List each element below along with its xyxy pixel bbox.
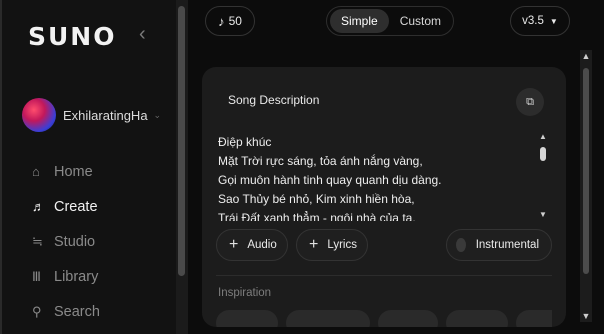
avatar (22, 98, 56, 132)
divider (216, 275, 552, 276)
user-menu[interactable]: ExhilaratingHa ⌄ (22, 98, 161, 132)
sidebar-item-label: Studio (54, 233, 96, 250)
username: ExhilaratingHa (63, 107, 148, 123)
sidebar-item-library[interactable]: Ⅲ Library (32, 259, 100, 294)
search-icon: ⚲ (32, 303, 42, 319)
description-scrollbar[interactable]: ▲ ▼ (538, 133, 548, 221)
mode-simple-button[interactable]: Simple (330, 9, 389, 33)
music-note-icon: ♪ (218, 13, 225, 29)
version-value: v3.5 (522, 15, 544, 27)
main-scrollbar[interactable]: ▲ ▼ (580, 50, 592, 322)
sidebar-item-label: Create (54, 198, 98, 215)
instrumental-toggle[interactable]: Instrumental (446, 229, 552, 261)
sidebar-item-label: Home (54, 163, 93, 180)
inspiration-tag[interactable] (446, 310, 508, 327)
suno-logo[interactable]: SUNO (28, 22, 116, 51)
music-note-icon: ♬ (32, 199, 45, 214)
mode-custom-button[interactable]: Custom (389, 9, 452, 33)
toggle-switch-icon (456, 238, 466, 252)
song-description-title: Song Description (228, 93, 320, 107)
collapse-sidebar-icon[interactable]: ‹ (139, 23, 146, 46)
sidebar-item-label: Search (54, 303, 100, 320)
home-icon: ⌂ (32, 164, 40, 179)
sidebar-item-home[interactable]: ⌂ Home (32, 154, 100, 189)
chevron-down-icon: ⌄ (153, 109, 162, 120)
add-audio-label: Audio (247, 239, 277, 251)
description-line: Trái Đất xanh thẳm - ngôi nhà của ta. (218, 211, 416, 221)
credits-count: 50 (228, 14, 242, 28)
caret-down-icon: ▼ (549, 16, 558, 26)
add-lyrics-button[interactable]: + Lyrics (296, 229, 368, 261)
scroll-up-icon[interactable]: ▲ (538, 133, 548, 141)
sidebar: SUNO ‹ ExhilaratingHa ⌄ ⌂ Home ♬ Create … (0, 0, 176, 334)
scroll-down-icon[interactable]: ▼ (538, 211, 548, 219)
create-topbar: ♪ 50 Simple Custom v3.5 ▼ (188, 0, 604, 46)
instrumental-label: Instrumental (475, 239, 539, 251)
inspiration-tag[interactable] (286, 310, 370, 327)
app-window: SUNO ‹ ExhilaratingHa ⌄ ⌂ Home ♬ Create … (0, 0, 604, 334)
inspiration-tags (216, 310, 552, 327)
inspiration-tag[interactable] (378, 310, 438, 327)
sidebar-nav: ⌂ Home ♬ Create ≒ Studio Ⅲ Library ⚲ Sea… (32, 154, 100, 329)
description-line: Sao Thủy bé nhỏ, Kim xinh hiền hòa, (218, 192, 415, 206)
plus-icon: + (229, 236, 239, 253)
main-scrollbar-thumb[interactable] (583, 68, 589, 274)
description-scrollbar-thumb[interactable] (540, 147, 546, 161)
description-line: Mặt Trời rực sáng, tỏa ánh nắng vàng, (218, 154, 423, 168)
description-options-button[interactable]: ⧉ (516, 88, 544, 116)
plus-icon: + (309, 236, 319, 253)
sidebar-scrollbar[interactable] (176, 0, 188, 334)
description-line: Gọi muôn hành tinh quay quanh dịu dàng. (218, 173, 442, 187)
song-description-card: Song Description ⧉ Điệp khúc Mặt Trời rự… (202, 67, 566, 327)
shuffle-icon: ⧉ (526, 95, 534, 108)
sidebar-scrollbar-thumb[interactable] (178, 6, 185, 276)
credits-button[interactable]: ♪ 50 (205, 6, 255, 36)
sidebar-item-create[interactable]: ♬ Create (32, 189, 100, 224)
version-select[interactable]: v3.5 ▼ (510, 6, 570, 36)
add-lyrics-label: Lyrics (327, 239, 357, 251)
inspiration-heading: Inspiration (218, 287, 272, 299)
sidebar-item-label: Library (54, 268, 99, 285)
mode-toggle: Simple Custom (326, 6, 454, 36)
add-audio-button[interactable]: + Audio (216, 229, 288, 261)
sidebar-item-search[interactable]: ⚲ Search (32, 294, 100, 329)
library-icon: Ⅲ (32, 268, 41, 284)
description-line: Điệp khúc (218, 135, 272, 149)
inspiration-tag[interactable] (216, 310, 278, 327)
inspiration-tag[interactable] (516, 310, 552, 327)
create-panel: ♪ 50 Simple Custom v3.5 ▼ Song Descripti… (188, 0, 604, 334)
scroll-down-icon[interactable]: ▼ (580, 310, 592, 322)
sidebar-item-studio[interactable]: ≒ Studio (32, 224, 100, 259)
song-description-input[interactable]: Điệp khúc Mặt Trời rực sáng, tỏa ánh nắn… (218, 133, 540, 221)
studio-icon: ≒ (32, 233, 43, 249)
scroll-up-icon[interactable]: ▲ (580, 50, 592, 62)
